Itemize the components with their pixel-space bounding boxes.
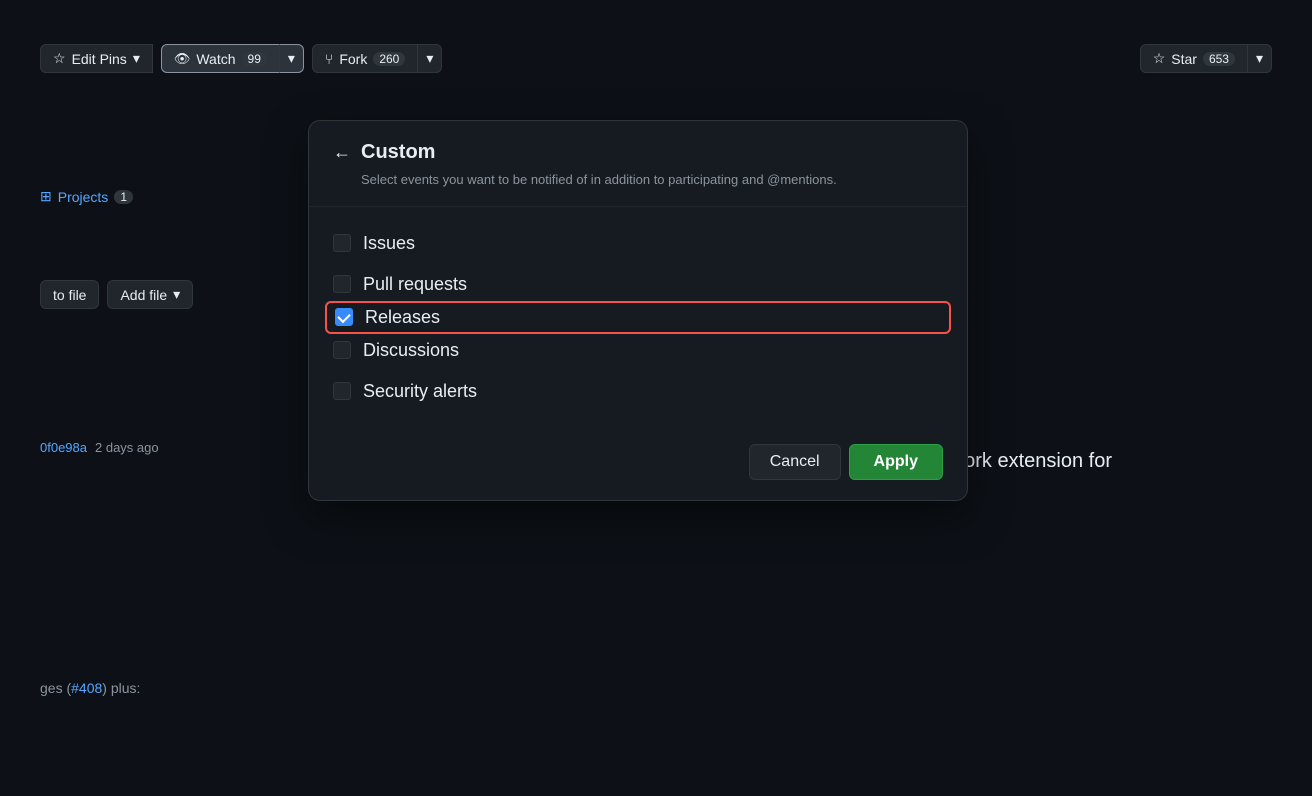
fork-count: 260 xyxy=(373,52,405,66)
fork-dropdown-button[interactable] xyxy=(417,44,442,73)
security-alerts-checkbox-wrapper[interactable] xyxy=(333,382,351,400)
back-button[interactable]: ← xyxy=(333,142,351,163)
dropdown-body: Issues Pull requests Releases Discussion… xyxy=(309,207,967,428)
issues-checkbox-wrapper[interactable] xyxy=(333,234,351,252)
star-icon xyxy=(1153,50,1166,67)
projects-tab[interactable]: Projects 1 xyxy=(40,180,133,213)
watch-button[interactable]: Watch 99 xyxy=(161,44,280,73)
releases-checkbox[interactable] xyxy=(335,308,353,326)
security-alerts-checkbox[interactable] xyxy=(333,382,351,400)
star-button[interactable]: Star 653 xyxy=(1140,44,1248,73)
pull-requests-checkbox[interactable] xyxy=(333,275,351,293)
issue-link[interactable]: #408 xyxy=(71,680,102,696)
pull-requests-item[interactable]: Pull requests xyxy=(333,264,943,305)
links-text: ges (#408) plus: xyxy=(40,680,140,696)
edit-pins-group: Edit Pins xyxy=(40,44,153,73)
security-alerts-item[interactable]: Security alerts xyxy=(333,371,943,412)
releases-checkbox-wrapper[interactable] xyxy=(335,308,353,326)
apply-button[interactable]: Apply xyxy=(849,444,943,480)
discussions-checkbox-wrapper[interactable] xyxy=(333,341,351,359)
star-count: 653 xyxy=(1203,52,1235,66)
dropdown-title: Custom xyxy=(361,141,435,164)
discussions-checkbox[interactable] xyxy=(333,341,351,359)
fork-button[interactable]: Fork 260 xyxy=(312,44,418,73)
security-alerts-label: Security alerts xyxy=(363,381,477,402)
star-group: Star 653 xyxy=(1140,44,1272,73)
pull-requests-label: Pull requests xyxy=(363,274,467,295)
pull-requests-checkbox-wrapper[interactable] xyxy=(333,275,351,293)
fork-icon xyxy=(325,51,333,67)
commit-info: 0f0e98a 2 days ago xyxy=(40,440,159,455)
watch-group: Watch 99 xyxy=(161,44,304,73)
watch-count: 99 xyxy=(242,52,267,66)
eye-icon xyxy=(174,50,191,67)
chevron-down-icon xyxy=(1256,50,1263,67)
projects-count: 1 xyxy=(114,190,133,204)
star-icon xyxy=(53,50,66,67)
to-file-button[interactable]: to file xyxy=(40,280,99,309)
issues-label: Issues xyxy=(363,233,415,254)
star-dropdown-button[interactable] xyxy=(1247,44,1272,73)
table-icon xyxy=(40,188,52,205)
discussions-label: Discussions xyxy=(363,340,459,361)
to-file-label: to file xyxy=(53,287,86,303)
projects-label: Projects xyxy=(58,189,109,205)
edit-pins-button[interactable]: Edit Pins xyxy=(40,44,153,73)
issues-checkbox[interactable] xyxy=(333,234,351,252)
chevron-down-icon xyxy=(288,50,295,67)
back-icon: ← xyxy=(333,142,351,163)
chevron-down-icon xyxy=(426,50,433,67)
commit-sha[interactable]: 0f0e98a xyxy=(40,440,87,455)
watch-label: Watch xyxy=(196,51,235,67)
add-file-button[interactable]: Add file xyxy=(107,280,193,309)
discussions-item[interactable]: Discussions xyxy=(333,330,943,371)
cancel-button[interactable]: Cancel xyxy=(749,444,841,480)
fork-label: Fork xyxy=(339,51,367,67)
dropdown-header: ← Custom Select events you want to be no… xyxy=(309,121,967,207)
watch-dropdown-button[interactable] xyxy=(279,44,304,73)
dropdown-footer: Cancel Apply xyxy=(309,428,967,500)
releases-label: Releases xyxy=(365,307,440,328)
dropdown-subtitle: Select events you want to be notified of… xyxy=(361,170,943,190)
fork-group: Fork 260 xyxy=(312,44,442,73)
custom-watch-dropdown: ← Custom Select events you want to be no… xyxy=(308,120,968,501)
edit-pins-label: Edit Pins xyxy=(72,51,127,67)
add-file-label: Add file xyxy=(120,287,167,303)
issues-item[interactable]: Issues xyxy=(333,223,943,264)
star-label: Star xyxy=(1171,51,1197,67)
commit-time: 2 days ago xyxy=(95,440,159,455)
chevron-down-icon xyxy=(133,50,140,67)
chevron-down-icon xyxy=(173,286,180,303)
